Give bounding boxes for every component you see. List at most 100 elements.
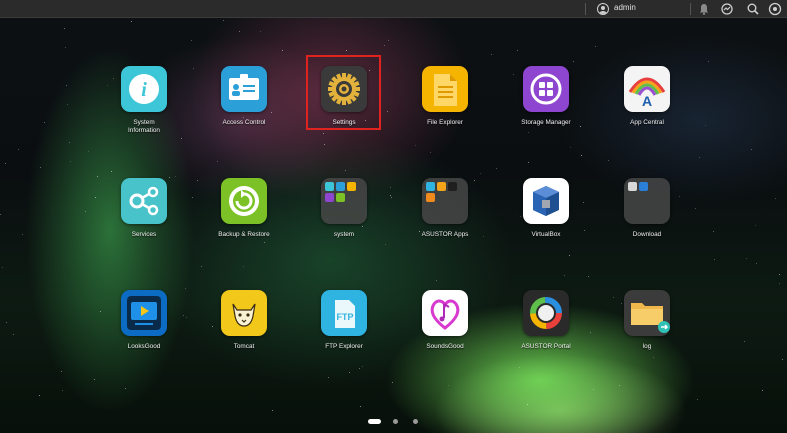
star <box>131 21 132 22</box>
star <box>430 152 431 153</box>
star <box>69 142 70 143</box>
star <box>65 47 66 48</box>
star <box>775 198 776 199</box>
app-services[interactable]: Services <box>99 178 189 239</box>
star <box>272 410 273 411</box>
app-central-icon[interactable]: A <box>624 66 670 112</box>
app-label: Services <box>131 231 157 238</box>
star <box>480 173 481 174</box>
folder-icon[interactable] <box>624 178 670 224</box>
app-label: ASUSTOR Portal <box>521 343 571 350</box>
app-label: Tomcat <box>233 343 255 350</box>
star <box>85 211 86 212</box>
top-bar: admin <box>0 0 787 18</box>
star <box>95 197 96 198</box>
id-card-icon[interactable] <box>221 66 267 112</box>
star <box>528 162 529 163</box>
app-label: System Information <box>128 119 160 134</box>
star <box>756 263 757 264</box>
app-backup-restore[interactable]: Backup & Restore <box>199 178 289 239</box>
app-label: Access Control <box>222 119 266 126</box>
file-icon[interactable] <box>422 66 468 112</box>
storage-icon[interactable] <box>523 66 569 112</box>
star <box>573 61 574 62</box>
app-label: Download <box>632 231 662 238</box>
star <box>746 258 747 259</box>
star <box>782 359 783 360</box>
star <box>388 40 389 41</box>
star <box>751 149 752 150</box>
ftp-icon[interactable]: FTP <box>321 290 367 336</box>
app-label: SoundsGood <box>426 343 464 350</box>
settings-highlight-box <box>306 55 381 130</box>
app-lookscood[interactable]: LooksGood <box>99 290 189 351</box>
page-dot-2[interactable] <box>393 419 398 424</box>
star <box>448 385 449 386</box>
star <box>755 225 756 226</box>
app-label: FTP Explorer <box>325 343 363 350</box>
svg-text:A: A <box>642 93 652 109</box>
app-tomcat[interactable]: Tomcat <box>199 290 289 351</box>
app-file-explorer[interactable]: File Explorer <box>400 66 490 127</box>
page-indicator <box>368 419 428 425</box>
music-note-icon[interactable] <box>422 290 468 336</box>
app-access-control[interactable]: Access Control <box>199 66 289 127</box>
star <box>653 357 654 358</box>
star <box>569 255 570 256</box>
user-icon[interactable] <box>597 3 609 15</box>
portal-ring-icon[interactable] <box>523 290 569 336</box>
star <box>175 176 176 177</box>
app-system-folder[interactable]: system <box>299 178 389 239</box>
star <box>384 45 385 46</box>
star <box>22 234 23 235</box>
star <box>88 151 89 152</box>
folder-shortcut-icon[interactable] <box>624 290 670 336</box>
username-label[interactable]: admin <box>614 3 636 12</box>
star <box>695 208 696 209</box>
app-soundsgood[interactable]: SoundsGood <box>400 290 490 351</box>
star <box>762 390 763 391</box>
app-log-folder[interactable]: log <box>602 290 692 351</box>
app-app-central[interactable]: A App Central <box>602 66 692 127</box>
search-icon[interactable] <box>746 2 760 16</box>
star <box>527 404 528 405</box>
info-icon[interactable]: i <box>121 66 167 112</box>
mini-app-icon <box>325 182 334 191</box>
virtualbox-icon[interactable] <box>523 178 569 224</box>
folder-icon[interactable] <box>321 178 367 224</box>
app-system-information[interactable]: i System Information <box>99 66 189 135</box>
page-dot-1[interactable] <box>368 419 381 424</box>
bell-icon[interactable] <box>697 2 711 16</box>
star <box>197 180 198 181</box>
app-download-folder[interactable]: Download <box>602 178 692 239</box>
star <box>223 20 224 21</box>
app-label: App Central <box>630 119 664 126</box>
star <box>595 46 596 47</box>
star <box>67 104 68 105</box>
app-storage-manager[interactable]: Storage Manager <box>501 66 591 127</box>
services-icon[interactable] <box>121 178 167 224</box>
app-ftp-explorer[interactable]: FTP FTP Explorer <box>299 290 389 351</box>
star <box>61 371 62 372</box>
star <box>491 54 492 55</box>
app-label: Backup & Restore <box>218 231 270 238</box>
monitor-icon[interactable] <box>121 290 167 336</box>
star <box>18 149 19 150</box>
backup-icon[interactable] <box>221 178 267 224</box>
star <box>94 379 95 380</box>
star <box>185 288 186 289</box>
app-asustor-portal[interactable]: ASUSTOR Portal <box>501 290 591 351</box>
star <box>264 242 265 243</box>
star <box>496 168 497 169</box>
mini-app-icon <box>347 182 356 191</box>
activity-monitor-icon[interactable] <box>720 2 734 16</box>
star <box>6 322 7 323</box>
tomcat-icon[interactable] <box>221 290 267 336</box>
star <box>714 259 715 260</box>
folder-icon[interactable] <box>422 178 468 224</box>
settings-gear-icon[interactable] <box>768 2 782 16</box>
app-asustor-apps-folder[interactable]: ASUSTOR Apps <box>400 178 490 239</box>
app-virtualbox[interactable]: VirtualBox <box>501 178 591 239</box>
star <box>517 50 518 51</box>
page-dot-3[interactable] <box>413 419 418 424</box>
